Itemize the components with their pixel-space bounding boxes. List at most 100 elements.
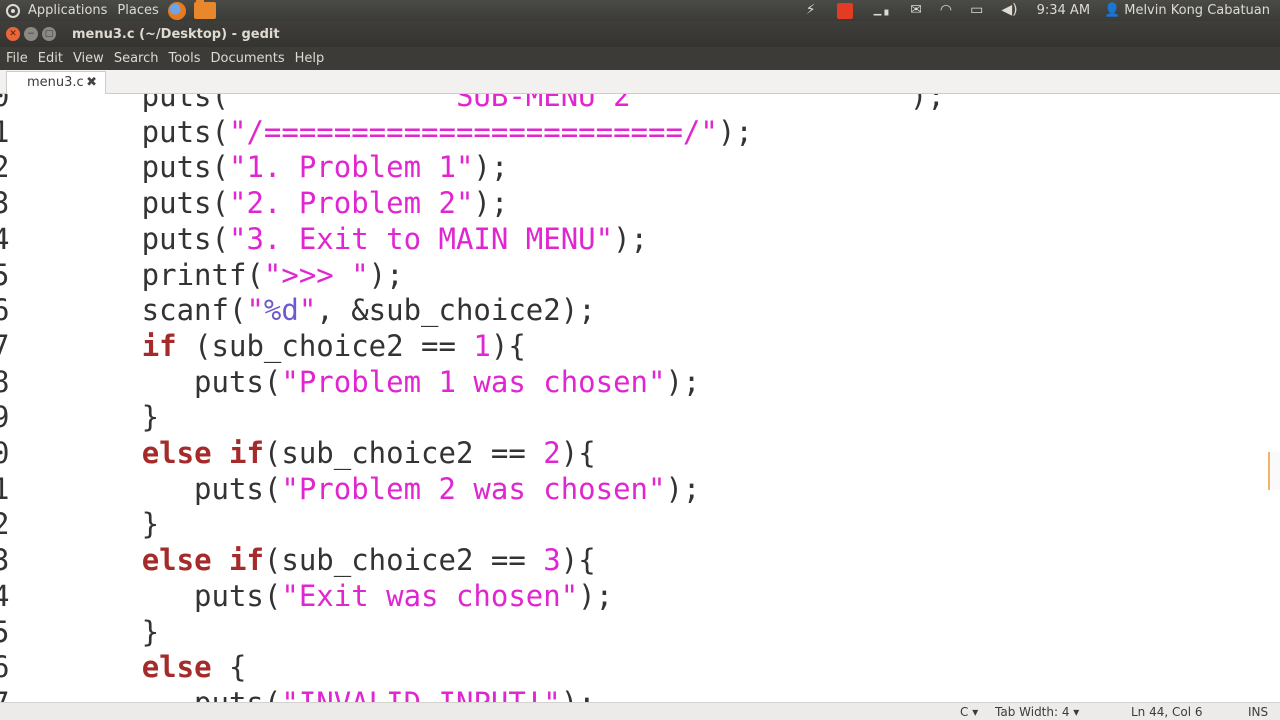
code-token-default: printf(: [2, 257, 264, 292]
ubuntu-logo-icon[interactable]: [6, 3, 20, 18]
code-token-string: ": [246, 293, 264, 328]
code-line[interactable]: puts("Exit was chosen");: [2, 578, 613, 614]
code-token-string: "/========================/": [228, 114, 718, 149]
code-line[interactable]: else {: [2, 649, 247, 685]
applications-menu[interactable]: Applications: [23, 0, 112, 21]
code-token-default: [2, 650, 142, 684]
code-token-keyword: else if: [141, 436, 264, 470]
window-title-bar[interactable]: ✕ − □ menu3.c (~/Desktop) - gedit: [0, 21, 1280, 47]
code-token-default: puts(: [2, 471, 282, 506]
document-tab-bar: menu3.c ✖: [0, 70, 1280, 94]
code-token-keyword: else if: [141, 543, 264, 578]
maximize-button[interactable]: □: [42, 27, 56, 41]
code-token-default: (sub_choice2 ==: [263, 436, 544, 470]
code-token-default: (sub_choice2 ==: [176, 328, 474, 363]
code-line[interactable]: else if(sub_choice2 == 3){: [2, 542, 596, 578]
code-token-default: scanf(: [2, 293, 247, 328]
minimize-button[interactable]: −: [24, 27, 38, 41]
code-token-keyword: else: [141, 650, 212, 685]
code-line[interactable]: }: [2, 506, 159, 542]
code-line[interactable]: puts("/========================/");: [2, 114, 753, 150]
user-icon[interactable]: 👤: [1104, 3, 1120, 18]
menu-edit[interactable]: Edit: [34, 47, 67, 70]
insert-mode: INS: [1248, 705, 1269, 719]
code-token-string: "INVALID INPUT!": [281, 686, 560, 702]
code-line[interactable]: scanf("%d", &sub_choice2);: [2, 292, 596, 328]
scrollbar-thumb[interactable]: [1268, 452, 1280, 490]
user-menu[interactable]: Melvin Kong Cabatuan: [1124, 3, 1270, 18]
code-token-default: ){: [490, 328, 526, 363]
language-selector[interactable]: C ▾: [960, 704, 978, 720]
code-line[interactable]: puts("Problem 1 was chosen");: [2, 364, 700, 400]
code-token-format: %d: [263, 293, 299, 328]
code-token-default: );: [473, 150, 509, 185]
code-token-default: );: [665, 364, 701, 399]
code-token-default: }: [2, 400, 160, 435]
folder-launcher-icon[interactable]: [193, 0, 216, 19]
volume-icon[interactable]: ◀): [1001, 0, 1017, 21]
code-token-default: puts(: [2, 150, 229, 185]
code-token-number: 2: [543, 436, 561, 470]
code-token-default: [2, 329, 142, 363]
code-token-default: puts(": [2, 94, 247, 113]
power-indicator-icon[interactable]: ⚡: [806, 0, 816, 21]
menu-view[interactable]: View: [69, 47, 108, 70]
code-area[interactable]: puts(" SUB-MENU 2 "); puts("/===========…: [0, 94, 1260, 702]
code-token-default: );: [613, 221, 649, 256]
code-token-default: puts(: [2, 221, 229, 256]
code-token-string: "Problem 1 was chosen": [281, 364, 666, 399]
code-token-default: );: [473, 186, 509, 221]
status-bar: C ▾ Tab Width: 4 ▾ Ln 44, Col 6 INS: [0, 702, 1280, 720]
firefox-launcher-icon[interactable]: [167, 1, 186, 20]
places-menu[interactable]: Places: [112, 0, 163, 21]
code-token-number: 3: [543, 543, 561, 578]
document-tab-label: menu3.c: [27, 75, 84, 90]
code-line[interactable]: puts("INVALID INPUT!");: [2, 685, 596, 702]
tab-width-selector[interactable]: Tab Width: 4 ▾: [995, 704, 1079, 720]
code-token-default: );: [665, 471, 701, 506]
menu-search[interactable]: Search: [110, 47, 163, 70]
code-token-default: puts(: [2, 578, 282, 613]
code-token-string: "1. Problem 1": [228, 150, 474, 185]
code-line[interactable]: printf(">>> ");: [2, 257, 404, 293]
battery-icon[interactable]: ▭: [970, 0, 983, 21]
wifi-icon[interactable]: ◠: [940, 0, 952, 21]
record-icon[interactable]: [836, 2, 853, 19]
code-line[interactable]: puts("1. Problem 1");: [2, 149, 509, 185]
code-line[interactable]: puts("Problem 2 was chosen");: [2, 471, 700, 507]
keyboard-indicator-icon[interactable]: ▁ ▖: [874, 0, 893, 21]
code-line[interactable]: puts("2. Problem 2");: [2, 185, 509, 221]
code-line[interactable]: else if(sub_choice2 == 2){: [2, 435, 596, 471]
code-token-string: "2. Problem 2": [228, 186, 474, 221]
code-line[interactable]: if (sub_choice2 == 1){: [2, 328, 526, 364]
code-line[interactable]: }: [2, 399, 159, 435]
text-editor[interactable]: 012345678901234567 puts(" SUB-MENU 2 ");…: [0, 94, 1280, 702]
code-token-default: ){: [560, 543, 596, 578]
menu-help[interactable]: Help: [291, 47, 329, 70]
code-token-default: );: [368, 257, 404, 292]
code-token-default: puts(: [2, 186, 229, 221]
code-token-default: ){: [560, 436, 596, 470]
code-token-default: }: [2, 507, 160, 542]
menu-tools[interactable]: Tools: [164, 47, 204, 70]
cursor-position: Ln 44, Col 6: [1131, 705, 1203, 719]
menu-file[interactable]: File: [2, 47, 32, 70]
code-token-string: "Problem 2 was chosen": [281, 471, 666, 506]
code-line[interactable]: puts("3. Exit to MAIN MENU");: [2, 221, 648, 257]
code-token-default: ");: [892, 94, 945, 113]
top-panel: Applications Places ⚡ ▁ ▖ ✉ ◠ ▭ ◀) 9:34 …: [0, 0, 1280, 21]
tab-close-icon[interactable]: ✖: [86, 72, 97, 93]
code-token-default: }: [2, 614, 160, 649]
code-line[interactable]: puts(" SUB-MENU 2 ");: [2, 94, 945, 114]
code-token-default: puts(: [2, 364, 282, 399]
code-token-default: [2, 543, 142, 577]
close-button[interactable]: ✕: [6, 27, 20, 41]
clock[interactable]: 9:34 AM: [1037, 3, 1090, 18]
code-token-default: [2, 436, 142, 470]
code-token-default: );: [717, 114, 753, 149]
menu-documents[interactable]: Documents: [207, 47, 289, 70]
document-tab[interactable]: menu3.c ✖: [6, 71, 106, 94]
code-line[interactable]: }: [2, 614, 159, 650]
code-token-default: {: [211, 650, 247, 685]
mail-icon[interactable]: ✉: [910, 0, 922, 21]
